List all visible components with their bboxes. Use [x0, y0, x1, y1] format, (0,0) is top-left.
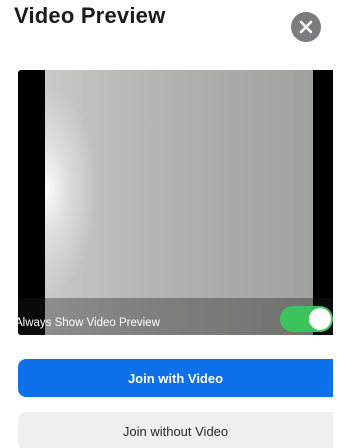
close-button[interactable] [291, 12, 321, 42]
join-without-video-button[interactable]: Join without Video [18, 412, 333, 448]
video-preview-screen: Video Preview Always Show Video Preview … [0, 0, 337, 448]
join-with-video-button[interactable]: Join with Video [18, 359, 333, 397]
always-show-preview-label: Always Show Video Preview [15, 317, 160, 329]
close-icon [299, 20, 313, 34]
toggle-knob [309, 308, 331, 330]
video-preview [18, 70, 333, 335]
always-show-preview-toggle[interactable] [280, 306, 333, 332]
camera-feed [45, 70, 313, 335]
page-title: Video Preview [14, 3, 166, 28]
